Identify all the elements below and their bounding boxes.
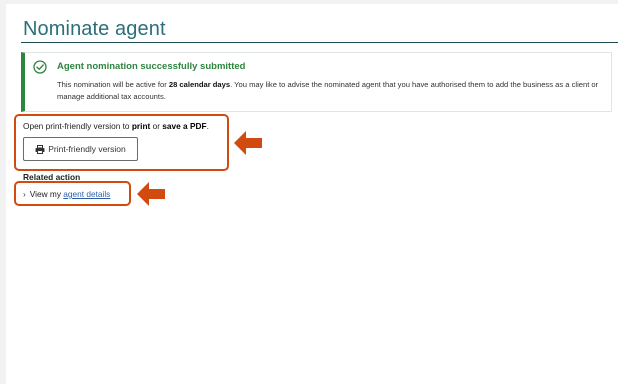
alert-body: This nomination will be active for 28 ca… <box>57 80 599 101</box>
left-arrow-icon <box>234 131 262 155</box>
success-alert: Agent nomination successfully submitted … <box>21 52 612 112</box>
left-arrow-icon <box>137 182 165 206</box>
agent-details-highlight-box <box>14 181 131 206</box>
page-title: Nominate agent <box>23 18 166 40</box>
print-highlight-box <box>14 114 229 171</box>
title-divider <box>21 42 618 43</box>
alert-title: Agent nomination successfully submitted <box>57 61 246 72</box>
check-circle-icon <box>33 60 47 74</box>
